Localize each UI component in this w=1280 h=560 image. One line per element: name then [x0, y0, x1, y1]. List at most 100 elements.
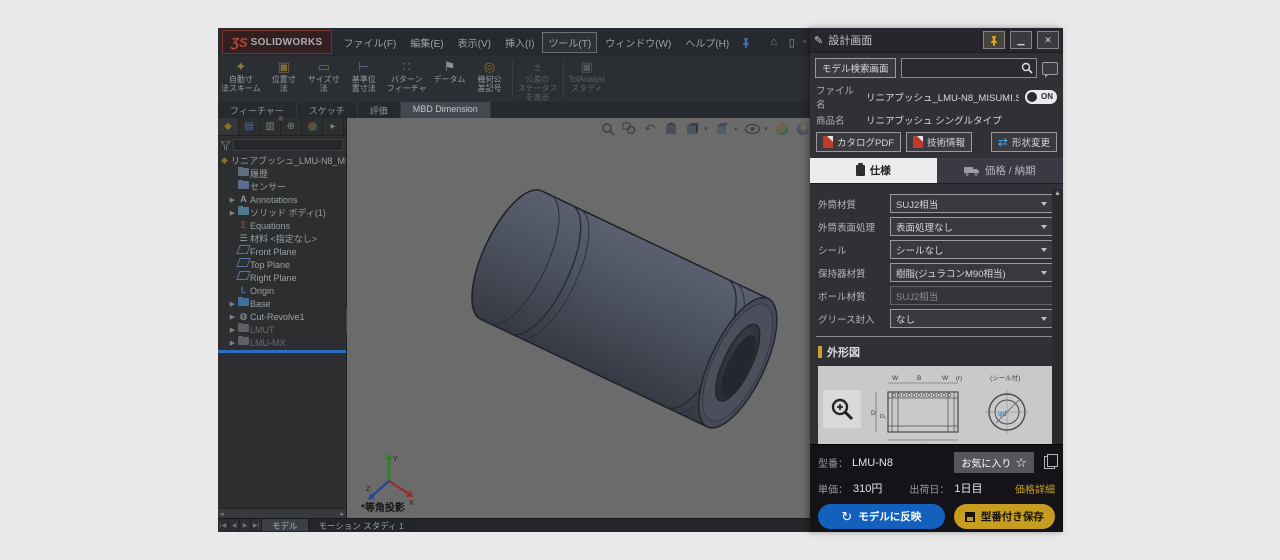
tech-info-button[interactable]: 技術情報 — [906, 132, 972, 152]
datum-button[interactable]: ⚑データム — [430, 56, 470, 102]
scroll-right-arrow-icon[interactable]: ▸ — [340, 510, 344, 518]
location-dimension-button[interactable]: ▣位置寸 法 — [264, 56, 304, 102]
tree-expand-arrow-icon[interactable]: ▸ — [323, 118, 344, 135]
menu-window[interactable]: ウィンドウ(W) — [599, 32, 677, 53]
tab-mbd-dimension[interactable]: MBD Dimension — [401, 102, 491, 118]
refresh-icon: ↻ — [841, 509, 852, 525]
tab-sketch[interactable]: スケッチ — [297, 102, 358, 118]
configuration-manager-icon[interactable]: ▥ — [260, 118, 281, 135]
menu-edit[interactable]: 編集(E) — [404, 32, 449, 53]
tree-item-lmu-mx[interactable]: ▶LMU-MX — [228, 336, 346, 349]
part-number-value: LMU-N8 — [852, 457, 893, 469]
favorite-button[interactable]: お気に入り☆ — [954, 452, 1034, 473]
display-style-caret-icon[interactable]: ▾ — [734, 125, 740, 133]
menubar-pin-icon[interactable] — [741, 37, 751, 48]
section-view-icon[interactable] — [662, 120, 680, 138]
tree-horizontal-scrollbar[interactable]: ◂ ▸ — [218, 508, 346, 518]
tab-evaluate[interactable]: 評価 — [358, 102, 401, 118]
tree-root-item[interactable]: ◆ リニアブッシュ_LMU-N8_MISUMI (Default< — [218, 154, 346, 167]
hide-show-caret-icon[interactable]: ▾ — [764, 125, 770, 133]
zoom-fit-icon[interactable] — [599, 120, 617, 138]
size-dimension-button[interactable]: ▭サイズ寸 法 — [304, 56, 344, 102]
view-orientation-icon[interactable] — [683, 120, 701, 138]
tree-item-history[interactable]: 履歴 — [228, 167, 346, 180]
drawing-zoom-button[interactable] — [823, 390, 861, 428]
seal-select[interactable]: シールなし — [890, 240, 1053, 259]
tree-item-right-plane[interactable]: Right Plane — [228, 271, 346, 284]
rollback-bar[interactable] — [218, 350, 346, 353]
form-scrollbar[interactable]: ▲ ▼ — [1052, 189, 1063, 473]
auto-dimension-scheme-icon: ✦ — [235, 59, 246, 75]
change-shape-button[interactable]: ⇄形状変更 — [991, 132, 1057, 152]
menu-tools[interactable]: ツール(T) — [542, 32, 597, 53]
save-with-partno-button[interactable]: 型番付き保存 — [954, 504, 1055, 529]
svg-text:X: X — [409, 500, 414, 507]
product-name-value: リニアブッシュ シングルタイプ — [866, 113, 1057, 127]
tab-features[interactable]: フィーチャー — [218, 102, 297, 118]
pattern-feature-button[interactable]: ∷パターン フィーチャ — [384, 56, 430, 102]
model-search-input[interactable] — [901, 58, 1037, 78]
display-style-icon[interactable] — [713, 120, 731, 138]
tab-price-delivery[interactable]: 価格 / 納期 — [937, 158, 1064, 183]
scroll-up-arrow-icon[interactable]: ▲ — [1054, 190, 1061, 197]
view-orientation-caret-icon[interactable]: ▾ — [704, 125, 710, 133]
auto-dimension-scheme-button[interactable]: ✦自動寸 法スキーム — [218, 56, 264, 102]
outline-title: 外形図 — [827, 344, 860, 360]
tree-item-top-plane[interactable]: Top Plane — [228, 258, 346, 271]
hide-show-items-icon[interactable] — [743, 120, 761, 138]
menu-insert[interactable]: 挿入(I) — [499, 32, 540, 53]
edit-appearance-icon[interactable] — [773, 120, 791, 138]
datum-location-dimension-button[interactable]: ⊢基準位 置寸法 — [344, 56, 384, 102]
tolerance-status-button: ±公差の ステータス を表示 — [515, 56, 561, 102]
panel-pin-button[interactable] — [983, 31, 1005, 49]
surface-treatment-select[interactable]: 表面処理なし — [890, 217, 1053, 236]
linear-bushing-model[interactable] — [445, 173, 805, 453]
part-number-label: 型番： — [818, 455, 848, 470]
origin-icon: L — [237, 284, 250, 297]
panel-minimize-button[interactable]: ▁ — [1010, 31, 1032, 49]
catalog-pdf-button[interactable]: カタログPDF — [816, 132, 901, 152]
tree-item-annotations[interactable]: ▶AAnnotations — [228, 193, 346, 206]
pdf-icon — [823, 136, 833, 148]
new-document-icon[interactable]: ▯ — [783, 34, 800, 51]
tree-item-equations[interactable]: ΣEquations — [228, 219, 346, 232]
property-manager-icon[interactable]: ▤ — [239, 118, 260, 135]
menu-help[interactable]: ヘルプ(H) — [679, 32, 735, 53]
tree-item-front-plane[interactable]: Front Plane — [228, 245, 346, 258]
comment-bubble-icon[interactable] — [1042, 62, 1058, 75]
copy-icon[interactable] — [1044, 456, 1055, 469]
tree-item-sensors[interactable]: センサー — [228, 180, 346, 193]
tree-item-lmut[interactable]: ▶LMUT — [228, 323, 346, 336]
form-row-ball-material: ボール材質 SUJ2相当 — [818, 287, 1053, 304]
tree-filter-input[interactable] — [233, 139, 343, 151]
grease-select[interactable]: なし — [890, 309, 1053, 328]
tree-item-base[interactable]: ▶Base — [228, 297, 346, 310]
tree-item-solid-bodies[interactable]: ▶ソリッド ボディ(1) — [228, 206, 346, 219]
display-manager-icon[interactable] — [302, 118, 323, 135]
tab-spec[interactable]: 仕様 — [810, 158, 937, 183]
tolerance-status-icon: ± — [534, 59, 541, 75]
dimxpert-manager-icon[interactable]: ⊕ — [281, 118, 302, 135]
tree-item-cut-revolve[interactable]: ▶◍Cut-Revolve1 — [228, 310, 346, 323]
model-search-button[interactable]: モデル検索画面 — [815, 58, 896, 78]
menu-view[interactable]: 表示(V) — [452, 32, 497, 53]
tree-item-material[interactable]: ☰材料 <指定なし> — [228, 232, 346, 245]
previous-view-icon[interactable]: ↶ — [641, 120, 659, 138]
dim-w1: W — [892, 375, 899, 382]
tree-collapse-handle[interactable] — [278, 116, 283, 121]
zoom-area-icon[interactable] — [620, 120, 638, 138]
apply-to-model-button[interactable]: ↻モデルに反映 — [818, 504, 945, 529]
home-icon[interactable]: ⌂ — [765, 34, 782, 51]
price-detail-link[interactable]: 価格詳細 — [1015, 481, 1055, 496]
panel-close-button[interactable]: ✕ — [1037, 31, 1059, 49]
tree-item-origin[interactable]: LOrigin — [228, 284, 346, 297]
on-toggle[interactable]: ON — [1025, 90, 1057, 104]
feature-manager-icon[interactable]: ◆ — [218, 118, 239, 135]
outer-material-select[interactable]: SUJ2相当 — [890, 194, 1053, 213]
retainer-material-select[interactable]: 樹脂(ジュラコンM90相当) — [890, 263, 1053, 282]
new-document-caret-icon[interactable]: ▾ — [801, 34, 808, 51]
file-name-row: ファイル名 リニアブッシュ_LMU-N8_MISUMI.SLDPRT ON — [810, 82, 1063, 112]
menu-file[interactable]: ファイル(F) — [338, 32, 403, 53]
scroll-left-arrow-icon[interactable]: ◂ — [220, 510, 224, 518]
geometric-tolerance-button[interactable]: ◎幾何公 差記号 — [470, 56, 510, 102]
